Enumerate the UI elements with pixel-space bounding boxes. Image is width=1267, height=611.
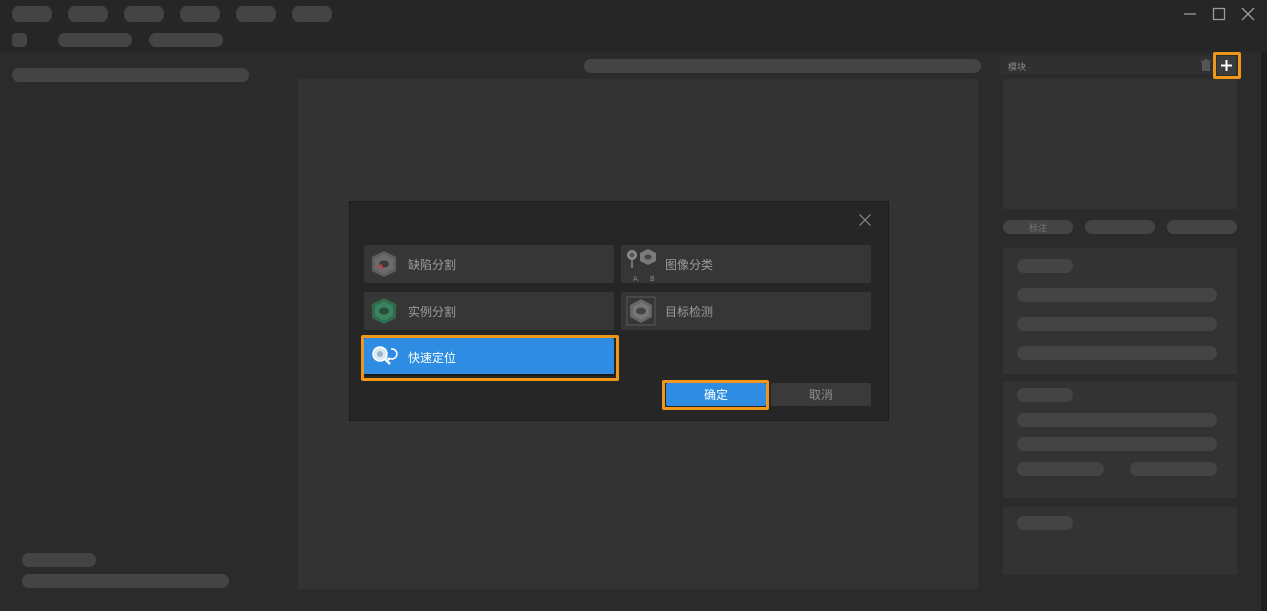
tab-placeholder[interactable] [1085,220,1155,234]
menu-item-placeholder[interactable] [124,6,164,22]
option-label: 缺陷分割 [408,257,457,272]
tab-annotate[interactable]: 标注 [1003,220,1073,234]
instance-segmentation-icon [368,295,400,327]
right-scrollbar[interactable] [1261,52,1267,611]
menu-item-placeholder[interactable] [68,6,108,22]
close-icon[interactable] [1241,7,1255,21]
module-option-image-classification[interactable]: A B 图像分类 [621,245,871,283]
menu-item-placeholder[interactable] [236,6,276,22]
panel-title-placeholder [1017,259,1073,273]
field-placeholder [1017,288,1217,302]
field-placeholder [1017,346,1217,360]
sidebar-footer-placeholder [22,553,96,567]
add-module-highlight [1213,52,1241,79]
module-option-defect-segmentation[interactable]: 缺陷分割 [364,245,614,283]
toolbar-item-placeholder[interactable] [58,33,132,47]
defect-segmentation-icon [368,248,400,280]
option-label: 目标检测 [665,304,714,319]
menu-item-placeholder[interactable] [180,6,220,22]
image-classification-icon: A B [625,248,657,283]
button-placeholder[interactable] [1130,462,1217,476]
toolbar-icon-placeholder[interactable] [12,33,27,47]
field-placeholder [1017,437,1217,451]
sidebar-header-placeholder [12,68,249,82]
module-option-object-detection[interactable]: 目标检测 [621,292,871,330]
selected-option-highlight [361,335,619,381]
button-placeholder[interactable] [1017,462,1104,476]
close-icon[interactable] [859,214,871,226]
menu-item-placeholder[interactable] [292,6,332,22]
cancel-button[interactable]: 取消 [771,383,871,406]
minimize-icon[interactable] [1183,7,1197,21]
object-detection-icon [625,295,657,327]
trash-icon[interactable] [1200,59,1212,72]
tab-placeholder[interactable] [1167,220,1237,234]
class-label-a: A [633,275,638,283]
modules-label: 模块 [1008,63,1027,73]
sidebar-footer-placeholder [22,574,229,588]
option-label: 图像分类 [665,257,714,272]
maximize-icon[interactable] [1212,7,1226,21]
confirm-button-highlight [662,380,769,410]
module-option-instance-segmentation[interactable]: 实例分割 [364,292,614,330]
panel-title-placeholder [1017,516,1073,530]
field-placeholder [1017,317,1217,331]
modules-list [1003,79,1237,209]
class-label-b: B [650,275,655,283]
field-placeholder [1017,413,1217,427]
toolbar-item-placeholder[interactable] [149,33,223,47]
menu-item-placeholder[interactable] [12,6,52,22]
canvas-toolbar-placeholder [584,59,981,73]
option-label: 实例分割 [408,304,457,319]
select-module-dialog: 缺陷分割 A B 图像分类 实例分割 目标检测 快速定位 确定 取消 [349,201,889,421]
panel-title-placeholder [1017,388,1073,402]
